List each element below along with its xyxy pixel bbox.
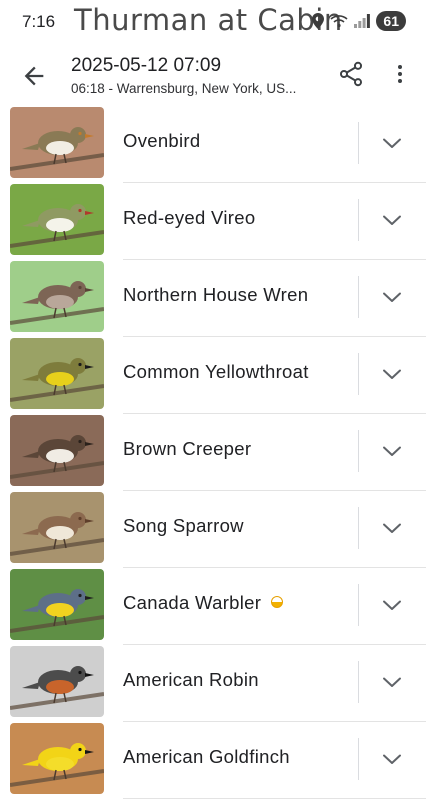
row-divider [358, 738, 359, 780]
species-name: Red-eyed Vireo [123, 207, 255, 229]
bird-photo-drawing [10, 415, 104, 486]
overlay-title: Thurman at Cabin [74, 3, 343, 37]
species-label: Common Yellowthroat [123, 361, 309, 382]
chevron-down-icon[interactable] [380, 439, 404, 463]
species-row[interactable]: Song Sparrow [0, 491, 426, 568]
bird-photo[interactable] [10, 569, 104, 640]
bird-photo-drawing [10, 723, 104, 794]
species-label: American Goldfinch [123, 746, 290, 767]
bird-photo[interactable] [10, 338, 104, 409]
row-divider [358, 661, 359, 703]
header-text: 2025-05-12 07:09 06:18 - Warrensburg, Ne… [71, 54, 321, 100]
species-row[interactable]: American Goldfinch [0, 722, 426, 799]
row-separator [123, 798, 426, 799]
row-divider [358, 353, 359, 395]
species-row[interactable]: Canada Warbler [0, 568, 426, 645]
bird-photo-drawing [10, 338, 104, 409]
recording-date: 2025-05-12 07:09 [71, 55, 222, 76]
bird-photo-drawing [10, 107, 104, 178]
chevron-down-icon[interactable] [380, 747, 404, 771]
location-icon [312, 13, 325, 29]
bird-photo[interactable] [10, 107, 104, 178]
species-list: Ovenbird Red-eyed Vireo Northern House W… [0, 106, 426, 799]
more-options-icon[interactable] [388, 60, 412, 88]
chevron-down-icon[interactable] [380, 285, 404, 309]
bird-photo[interactable] [10, 184, 104, 255]
recording-location: 06:18 - Warrensburg, New York, US... [71, 81, 297, 96]
bird-photo[interactable] [10, 723, 104, 794]
row-divider [358, 584, 359, 626]
signal-icon [354, 14, 371, 28]
bird-photo[interactable] [10, 492, 104, 563]
bird-photo-drawing [10, 492, 104, 563]
bird-photo[interactable] [10, 646, 104, 717]
species-row[interactable]: Northern House Wren [0, 260, 426, 337]
species-name: Canada Warbler [123, 592, 284, 614]
chevron-down-icon[interactable] [380, 208, 404, 232]
species-label: American Robin [123, 669, 259, 690]
share-icon[interactable] [337, 60, 365, 88]
status-time: 7:16 [22, 12, 56, 31]
app-bar: 2025-05-12 07:09 06:18 - Warrensburg, Ne… [0, 48, 426, 104]
chevron-down-icon[interactable] [380, 516, 404, 540]
species-row[interactable]: Red-eyed Vireo [0, 183, 426, 260]
battery-indicator: 61 [376, 11, 406, 31]
chevron-down-icon[interactable] [380, 362, 404, 386]
bird-photo-drawing [10, 646, 104, 717]
species-name: Common Yellowthroat [123, 361, 309, 383]
half-circle-badge [271, 596, 284, 608]
bird-photo[interactable] [10, 415, 104, 486]
wifi-icon [330, 15, 348, 28]
species-label: Brown Creeper [123, 438, 252, 459]
bird-photo-drawing [10, 261, 104, 332]
species-name: Song Sparrow [123, 515, 244, 537]
chevron-down-icon[interactable] [380, 593, 404, 617]
row-divider [358, 507, 359, 549]
species-row[interactable]: American Robin [0, 645, 426, 722]
species-label: Northern House Wren [123, 284, 309, 305]
species-label: Song Sparrow [123, 515, 244, 536]
species-name: Brown Creeper [123, 438, 251, 460]
species-row[interactable]: Common Yellowthroat [0, 337, 426, 414]
species-row[interactable]: Brown Creeper [0, 414, 426, 491]
row-divider [358, 430, 359, 472]
species-label: Canada Warbler [123, 592, 262, 613]
species-name: American Goldfinch [123, 746, 290, 768]
chevron-down-icon[interactable] [380, 131, 404, 155]
species-name: American Robin [123, 669, 259, 691]
species-label: Ovenbird [123, 130, 201, 151]
bird-photo-drawing [10, 184, 104, 255]
status-icons: 61 [312, 11, 406, 31]
bird-photo-drawing [10, 569, 104, 640]
back-arrow-icon[interactable] [20, 62, 48, 90]
row-divider [358, 122, 359, 164]
status-bar: 7:16 Thurman at Cabin 61 [0, 0, 426, 44]
chevron-down-icon[interactable] [380, 670, 404, 694]
species-name: Northern House Wren [123, 284, 308, 306]
bird-photo[interactable] [10, 261, 104, 332]
row-divider [358, 276, 359, 318]
species-row[interactable]: Ovenbird [0, 106, 426, 183]
row-divider [358, 199, 359, 241]
species-name: Ovenbird [123, 130, 200, 152]
species-label: Red-eyed Vireo [123, 207, 256, 228]
